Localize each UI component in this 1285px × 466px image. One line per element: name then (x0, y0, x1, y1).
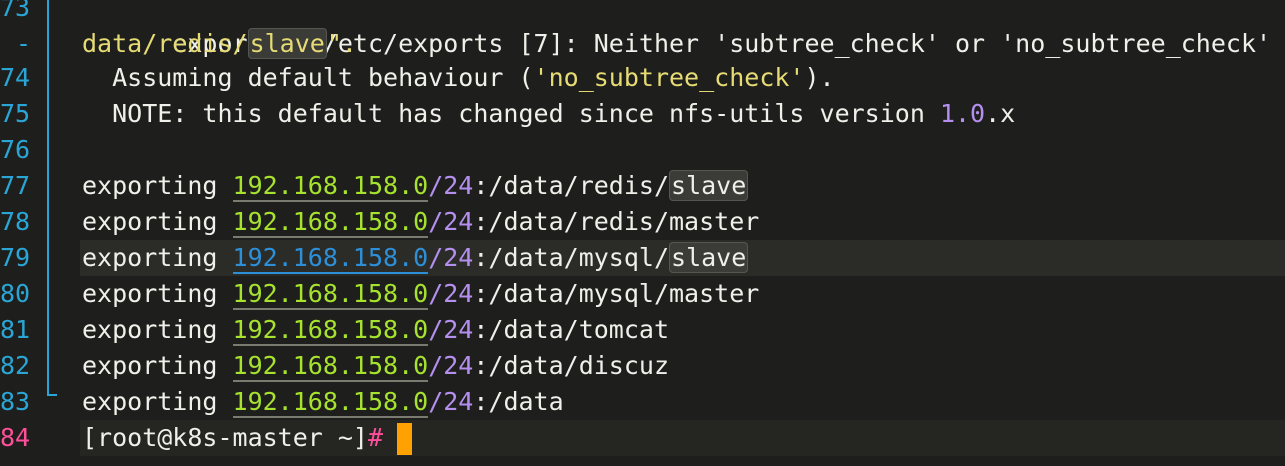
line-number: 81 (0, 315, 31, 344)
terminal-line: 76 (0, 132, 1285, 168)
prompt-text: [root@k8s-master ~] (82, 423, 368, 452)
keyword: exporting (82, 171, 233, 200)
line-text: exporting 192.168.158.0/24:/data (82, 384, 564, 420)
netmask: /24 (428, 351, 474, 380)
ip-address-link[interactable]: 192.168.158.0 (232, 243, 429, 274)
netmask: /24 (428, 171, 474, 200)
terminal-line: 82 exporting 192.168.158.0/24:/data/disc… (0, 348, 1285, 384)
line-number-active: 84 (0, 423, 31, 452)
line-text-part: ). (804, 63, 835, 92)
export-path: :/data (473, 387, 564, 416)
export-path: :/data/tomcat (473, 315, 670, 344)
line-number: 76 (0, 135, 31, 164)
line-number: 73 (0, 0, 31, 22)
search-match: slave (669, 170, 749, 201)
export-path: :/data/redis/master (473, 207, 760, 236)
ip-address[interactable]: 192.168.158.0 (232, 387, 429, 418)
keyword: exporting (82, 207, 233, 236)
netmask: /24 (428, 207, 474, 236)
line-text-part: ". (326, 29, 357, 58)
prompt-symbol: # (367, 423, 384, 452)
search-match: slave (247, 28, 327, 59)
line-number: 82 (0, 351, 31, 380)
line-number: 74 (0, 63, 31, 92)
netmask: /24 (428, 279, 474, 308)
terminal-line: - data/redis/slave". (0, 26, 1285, 62)
export-path: :/data/discuz (473, 351, 670, 380)
terminal-line: 75 NOTE: this default has changed since … (0, 96, 1285, 132)
line-number: 83 (0, 387, 31, 416)
ip-address[interactable]: 192.168.158.0 (232, 171, 429, 202)
line-number: 78 (0, 207, 31, 236)
string-literal: 'no_subtree_check' (533, 63, 805, 92)
line-text: Assuming default behaviour ('no_subtree_… (82, 60, 835, 96)
keyword: exporting (82, 243, 233, 272)
line-number: 75 (0, 99, 31, 128)
terminal-line: 73 exportfs: /etc/exports [7]: Neither '… (0, 0, 1285, 58)
keyword: exporting (82, 315, 233, 344)
line-number: 80 (0, 279, 31, 308)
prompt-line[interactable]: 84 [root@k8s-master ~]# (0, 420, 1285, 456)
terminal-line: 78 exporting 192.168.158.0/24:/data/redi… (0, 204, 1285, 240)
netmask: /24 (428, 243, 474, 272)
netmask: /24 (428, 315, 474, 344)
line-text-part: .x (985, 99, 1016, 128)
text-cursor[interactable] (397, 423, 413, 455)
line-number: 77 (0, 171, 31, 200)
line-text: data/redis/slave". (82, 26, 357, 62)
line-text-part: Assuming default behaviour ( (82, 63, 534, 92)
terminal-line: 77 exporting 192.168.158.0/24:/data/redi… (0, 168, 1285, 204)
terminal-line: 80 exporting 192.168.158.0/24:/data/mysq… (0, 276, 1285, 312)
line-text: exporting 192.168.158.0/24:/data/discuz (82, 348, 669, 384)
keyword: exporting (82, 387, 233, 416)
netmask: /24 (428, 387, 474, 416)
terminal-line-current: 79 exporting 192.168.158.0/24:/data/mysq… (0, 240, 1285, 276)
export-path: :/data/mysql/ (473, 243, 670, 272)
line-number: - (16, 29, 32, 58)
export-path: :/data/redis/ (473, 171, 670, 200)
ip-address[interactable]: 192.168.158.0 (232, 279, 429, 310)
ip-address[interactable]: 192.168.158.0 (232, 207, 429, 238)
export-path: :/data/mysql/master (473, 279, 760, 308)
line-text: exporting 192.168.158.0/24:/data/redis/m… (82, 204, 759, 240)
keyword: exporting (82, 351, 233, 380)
line-text: NOTE: this default has changed since nfs… (82, 96, 1015, 132)
ip-address[interactable]: 192.168.158.0 (232, 351, 429, 382)
line-text: exporting 192.168.158.0/24:/data/tomcat (82, 312, 669, 348)
line-text: exporting 192.168.158.0/24:/data/mysql/s… (82, 240, 749, 276)
terminal-line: 81 exporting 192.168.158.0/24:/data/tomc… (0, 312, 1285, 348)
terminal-line: 74 Assuming default behaviour ('no_subtr… (0, 60, 1285, 96)
terminal-line: 83 exporting 192.168.158.0/24:/data (0, 384, 1285, 420)
terminal-window[interactable]: 73 exportfs: /etc/exports [7]: Neither '… (0, 0, 1285, 466)
version-number: 1.0 (939, 99, 986, 128)
ip-address[interactable]: 192.168.158.0 (232, 315, 429, 346)
keyword: exporting (82, 279, 233, 308)
line-text-part: NOTE: this default has changed since nfs… (82, 99, 940, 128)
search-match: slave (669, 242, 749, 273)
line-text: exporting 192.168.158.0/24:/data/redis/s… (82, 168, 749, 204)
line-text-part: data/redis/ (82, 29, 248, 58)
line-text: exporting 192.168.158.0/24:/data/mysql/m… (82, 276, 759, 312)
line-number: 79 (0, 243, 31, 272)
shell-prompt: [root@k8s-master ~]# (82, 420, 413, 456)
